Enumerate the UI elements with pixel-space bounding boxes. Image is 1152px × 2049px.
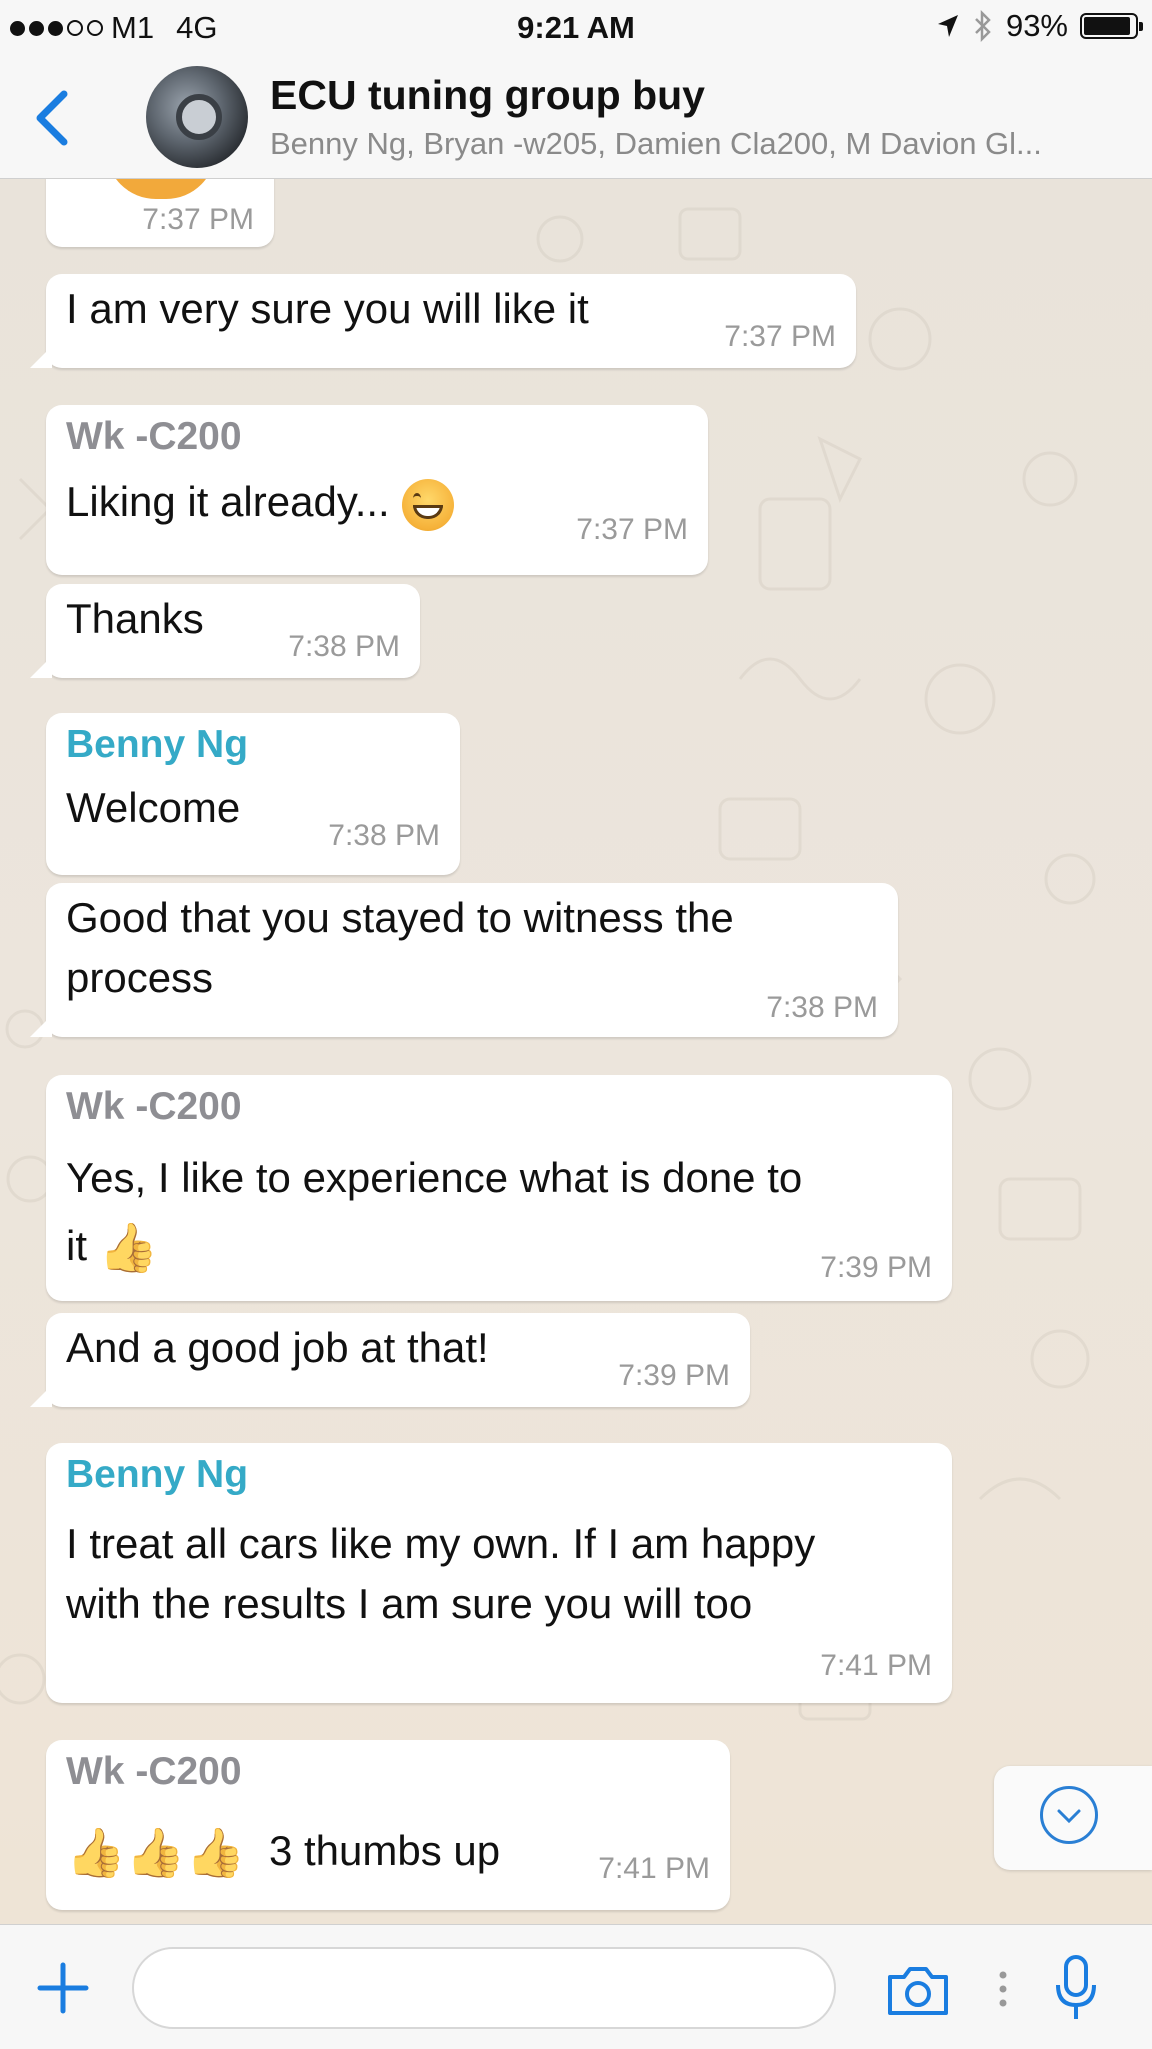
message-list[interactable]: 7:37 PM I am very sure you will like it …	[0, 179, 1152, 1924]
message-text: And a good job at that!	[66, 1324, 489, 1371]
message-text-line-2: process	[66, 954, 214, 1001]
battery-icon	[1080, 13, 1143, 39]
chat-participants[interactable]: Benny Ng, Bryan -w205, Damien Cla200, M …	[270, 126, 1140, 162]
message-text-line-2: with the results I am sure you will too	[66, 1580, 753, 1627]
microphone-icon[interactable]	[1052, 1953, 1100, 2025]
message-bubble[interactable]: Wk -C200 Liking it already... 7:37 PM	[46, 405, 708, 575]
message-bubble[interactable]: And a good job at that! 7:39 PM	[30, 1313, 750, 1407]
message-time: 7:38 PM	[766, 991, 878, 1024]
group-avatar[interactable]	[146, 66, 248, 168]
message-text-line-1: Yes, I like to experience what is done t…	[66, 1154, 803, 1201]
message-bubble[interactable]: Wk -C200 👍👍👍 3 thumbs up 7:41 PM	[46, 1740, 730, 1910]
message-bubble[interactable]: Benny Ng Welcome 7:38 PM	[46, 713, 460, 875]
message-text: 👍👍👍 3 thumbs up	[66, 1820, 500, 1884]
message-bubble[interactable]: 7:37 PM	[46, 179, 274, 247]
bluetooth-icon	[975, 10, 991, 42]
message-text: I am very sure you will like it	[66, 285, 589, 332]
message-time: 7:39 PM	[820, 1251, 932, 1284]
sender-name[interactable]: Benny Ng	[66, 1453, 248, 1497]
message-bubble[interactable]: Wk -C200 Yes, I like to experience what …	[46, 1075, 952, 1301]
message-text: Welcome	[66, 784, 241, 831]
message-time: 7:41 PM	[820, 1649, 932, 1682]
attach-plus-icon[interactable]	[36, 1961, 90, 2015]
message-bubble[interactable]: Good that you stayed to witness the proc…	[30, 883, 898, 1037]
message-bubble[interactable]: Thanks 7:38 PM	[30, 584, 420, 678]
status-bar: M1 4G 9:21 AM 93%	[0, 0, 1152, 58]
chevron-down-icon	[1040, 1786, 1098, 1844]
chat-header: ECU tuning group buy Benny Ng, Bryan -w2…	[0, 58, 1152, 179]
message-text-content: it	[66, 1222, 87, 1269]
message-time: 7:38 PM	[288, 630, 400, 663]
emoji-sticker	[106, 179, 216, 199]
composer-bar	[0, 1924, 1152, 2049]
message-text: Liking it already...	[66, 471, 454, 532]
battery-percent: 93%	[1005, 8, 1068, 43]
message-time: 7:39 PM	[618, 1359, 730, 1392]
sender-name[interactable]: Wk -C200	[66, 1750, 242, 1794]
message-text-content: 3 thumbs up	[268, 1827, 501, 1874]
message-time: 7:37 PM	[576, 513, 688, 546]
message-bubble[interactable]: I am very sure you will like it 7:37 PM	[30, 274, 856, 368]
message-bubble[interactable]: Benny Ng I treat all cars like my own. I…	[46, 1443, 952, 1703]
more-options-dots-icon	[999, 1971, 1007, 2007]
message-time: 7:41 PM	[598, 1852, 710, 1885]
message-input[interactable]	[132, 1947, 836, 2029]
thumbs-up-icon: 👍	[185, 1827, 246, 1881]
sender-name[interactable]: Wk -C200	[66, 1085, 242, 1129]
back-chevron-icon[interactable]	[24, 80, 84, 156]
message-text-line-2: it 👍	[66, 1215, 158, 1279]
message-text-line-1: I treat all cars like my own. If I am ha…	[66, 1520, 816, 1567]
sender-name[interactable]: Benny Ng	[66, 723, 248, 767]
location-arrow-icon	[937, 15, 958, 37]
thumbs-up-icon: 👍	[98, 1222, 159, 1276]
grinning-face-icon	[401, 478, 454, 531]
thumbs-up-icon: 👍	[66, 1827, 126, 1881]
message-time: 7:37 PM	[724, 320, 836, 353]
scroll-to-bottom-button[interactable]	[994, 1766, 1152, 1870]
message-text-line-1: Good that you stayed to witness the	[66, 894, 734, 941]
thumbs-up-icon: 👍	[125, 1827, 186, 1881]
camera-icon[interactable]	[884, 1963, 952, 2019]
message-time: 7:37 PM	[142, 203, 254, 236]
chat-title[interactable]: ECU tuning group buy	[270, 72, 705, 119]
message-text: Thanks	[66, 595, 204, 642]
sender-name[interactable]: Wk -C200	[66, 415, 242, 459]
message-time: 7:38 PM	[328, 819, 440, 852]
message-text-content: Liking it already...	[66, 478, 390, 525]
